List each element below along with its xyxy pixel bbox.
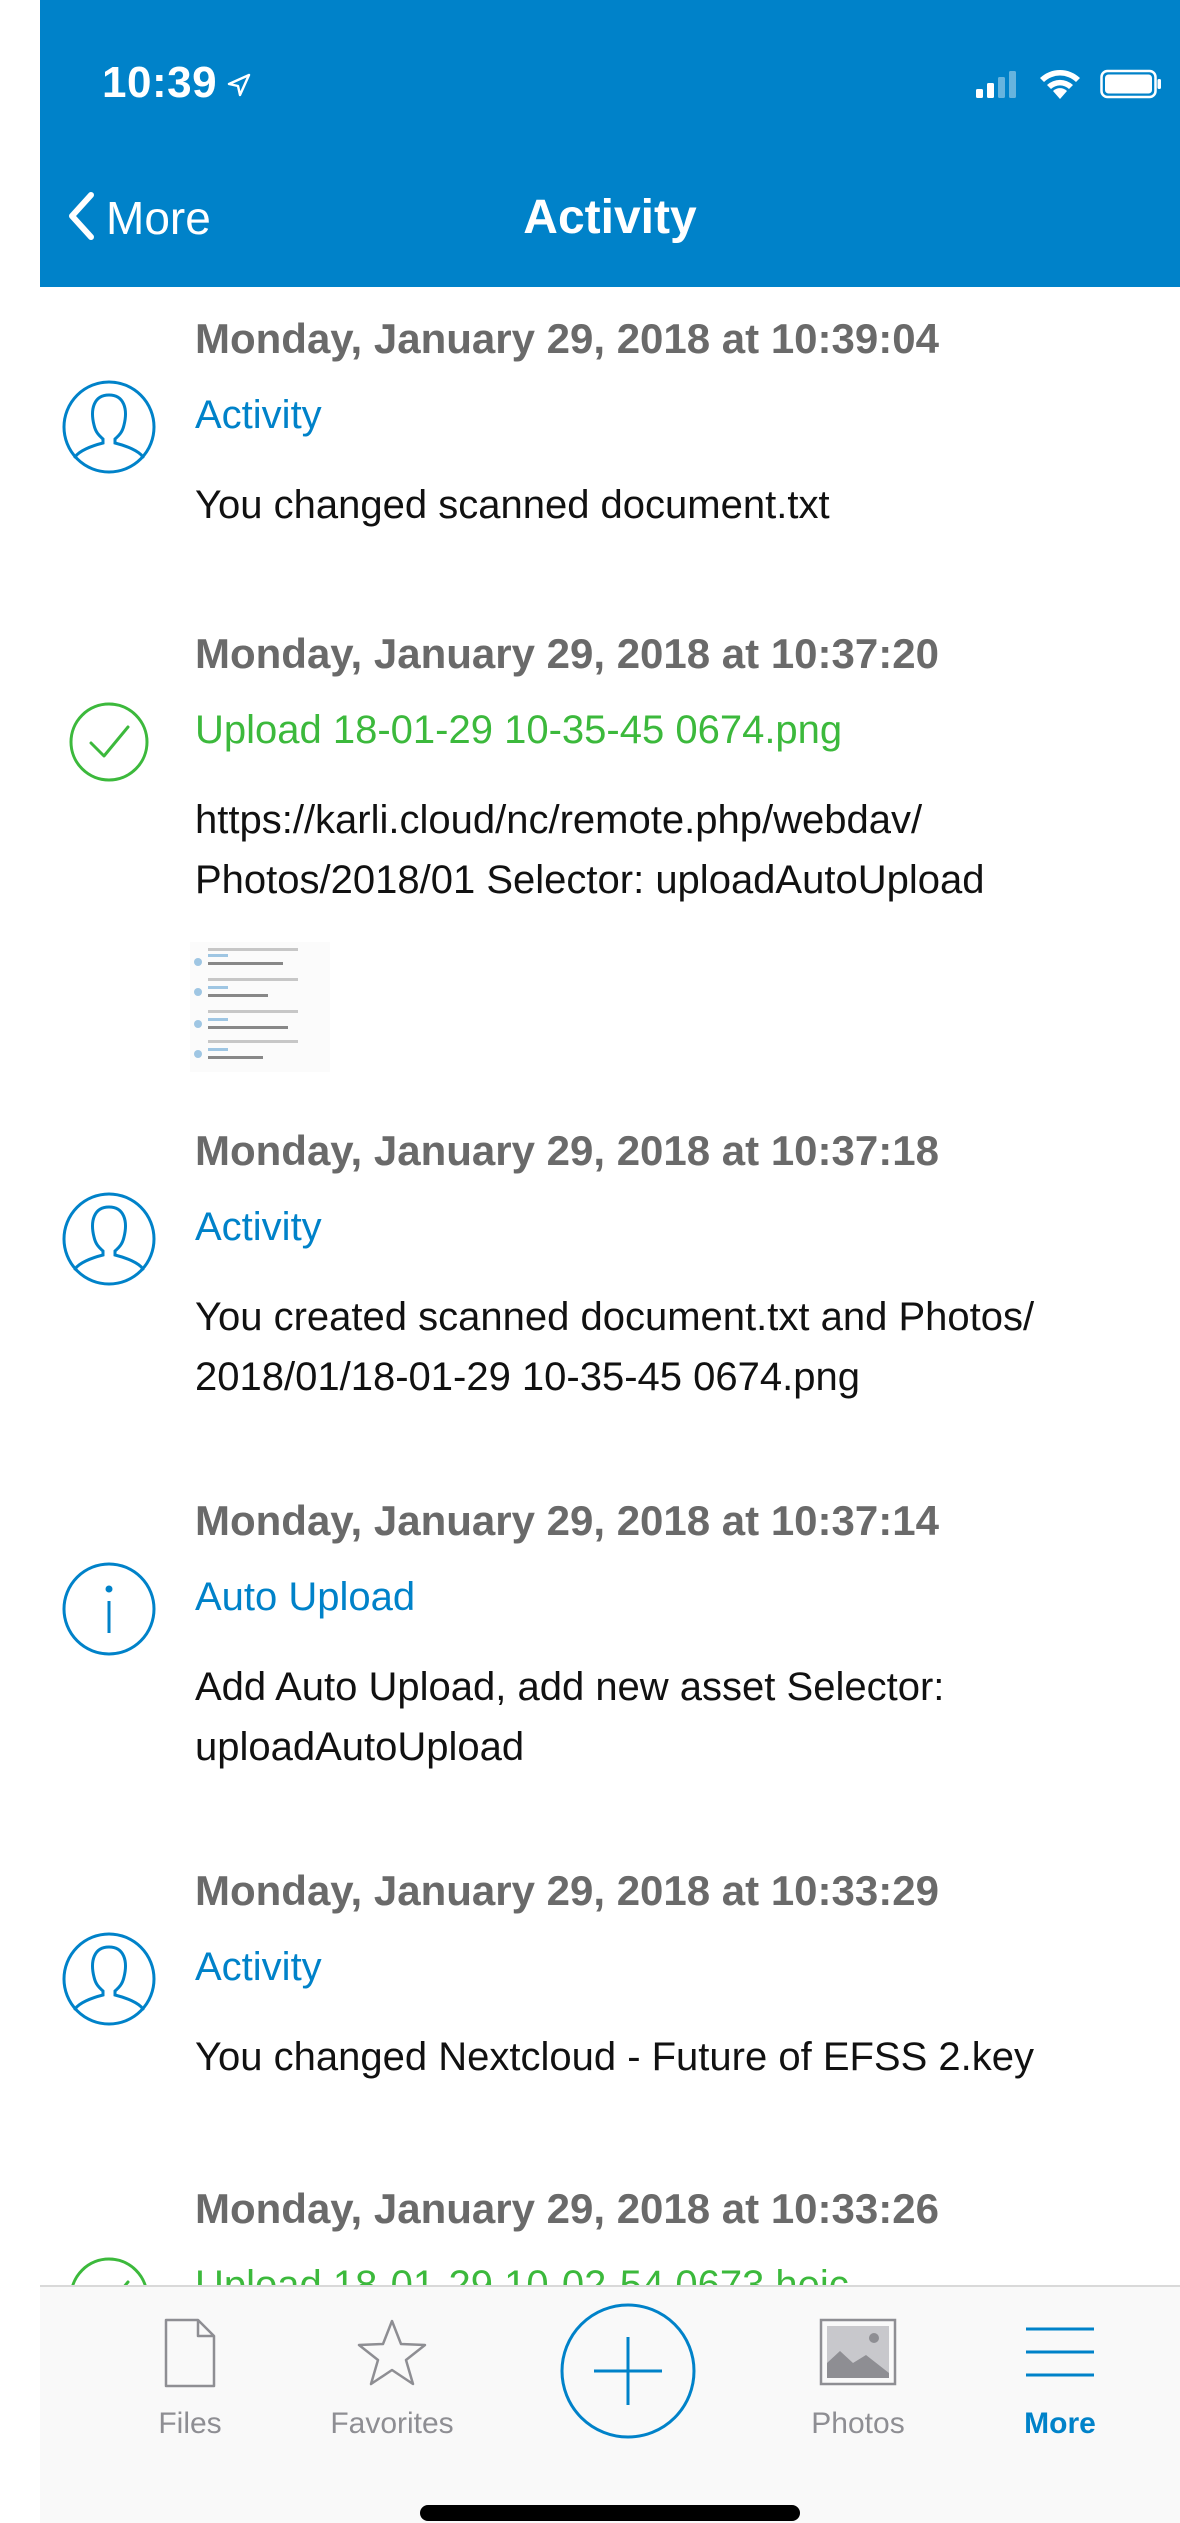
user-icon <box>61 1931 157 2027</box>
entry-date: Monday, January 29, 2018 at 10:37:20 <box>195 630 939 677</box>
entry-date: Monday, January 29, 2018 at 10:39:04 <box>195 315 939 362</box>
tab-photos[interactable]: Photos <box>758 2287 958 2467</box>
header: 10:39 More Activity <box>40 0 1180 287</box>
menu-icon <box>1020 2317 1100 2392</box>
user-icon <box>61 379 157 475</box>
entry-date: Monday, January 29, 2018 at 10:33:26 <box>195 2185 939 2232</box>
activity-feed[interactable]: Monday, January 29, 2018 at 10:39:04 Act… <box>40 287 1180 2285</box>
photo-icon <box>818 2317 898 2392</box>
thumbnail-image[interactable] <box>190 942 330 1072</box>
location-arrow-icon <box>227 58 251 108</box>
battery-icon <box>1100 69 1162 104</box>
tab-label: More <box>1024 2407 1096 2440</box>
entry-date: Monday, January 29, 2018 at 10:37:18 <box>195 1127 939 1174</box>
entry-title: Activity <box>195 1205 322 1249</box>
status-time: 10:39 <box>102 58 251 108</box>
tab-more[interactable]: More <box>960 2287 1160 2467</box>
entry-title: Activity <box>195 393 322 437</box>
tab-label: Files <box>158 2407 222 2440</box>
entry-description: Add Auto Upload, add new asset Selector:… <box>195 1665 945 1769</box>
signal-icon <box>974 69 1020 104</box>
entry-title: Upload 18-01-29 10-35-45 0674.png <box>195 708 843 752</box>
checkmark-icon <box>61 694 157 790</box>
file-icon <box>160 2317 220 2394</box>
user-icon <box>61 1191 157 1287</box>
entry-description: https://karli.cloud/nc/remote.php/webdav… <box>195 798 985 902</box>
checkmark-icon <box>61 2249 157 2285</box>
tab-label: Photos <box>811 2407 905 2440</box>
tab-files[interactable]: Files <box>90 2287 290 2467</box>
entry-title: Upload 18-01-29 10-02-54 0673.heic <box>195 2263 849 2285</box>
page-title: Activity <box>523 191 697 244</box>
status-icons <box>974 66 1162 106</box>
wifi-icon <box>1038 67 1082 106</box>
entry-description: You changed Nextcloud - Future of EFSS 2… <box>195 2035 1035 2079</box>
tab-label: Favorites <box>330 2407 454 2440</box>
star-icon <box>356 2317 428 2394</box>
entry-date: Monday, January 29, 2018 at 10:37:14 <box>195 1497 939 1544</box>
entry-description: You created scanned document.txt and Pho… <box>195 1295 1035 1399</box>
add-button[interactable] <box>558 2301 698 2441</box>
info-icon <box>61 1561 157 1657</box>
navigation-bar: More Activity <box>40 150 1180 287</box>
app-screen: 10:39 More Activity Monday, January 29, … <box>40 0 1180 2523</box>
status-bar: 10:39 <box>40 0 1180 150</box>
home-indicator[interactable] <box>420 2505 800 2521</box>
tab-favorites[interactable]: Favorites <box>292 2287 492 2467</box>
plus-circle-icon <box>558 2303 698 2445</box>
entry-title: Auto Upload <box>195 1575 416 1619</box>
status-time-text: 10:39 <box>102 58 218 107</box>
tab-bar: Files Favorites Photos More <box>40 2285 1180 2523</box>
entry-date: Monday, January 29, 2018 at 10:33:29 <box>195 1867 939 1914</box>
entry-description: You changed scanned document.txt <box>195 483 830 527</box>
entry-title: Activity <box>195 1945 322 1989</box>
